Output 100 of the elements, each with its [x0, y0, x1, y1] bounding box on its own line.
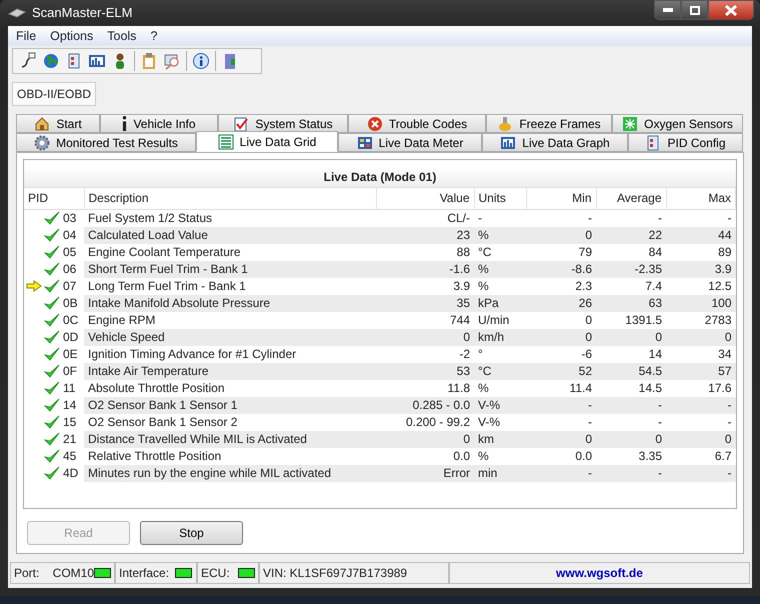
- plug-icon[interactable]: [19, 52, 37, 70]
- column-header[interactable]: Min: [526, 188, 596, 209]
- table-cell: 14: [596, 346, 666, 362]
- table-cell: -: [596, 414, 666, 430]
- table-cell: 0D: [63, 328, 78, 346]
- table-cell: 0.200 - 99.2: [376, 414, 474, 430]
- column-header[interactable]: Description: [84, 188, 376, 209]
- check-icon: [44, 415, 60, 429]
- status-label: Port:: [14, 565, 40, 582]
- table-cell: 3.35: [596, 448, 666, 464]
- table-cell: 7.4: [596, 278, 666, 294]
- table-cell: 0F: [63, 362, 78, 380]
- check-icon: [44, 364, 60, 378]
- table-cell: 44: [666, 226, 736, 244]
- tab[interactable]: Monitored Test Results: [16, 133, 196, 152]
- table-cell: km/h: [474, 328, 526, 346]
- table-cell: 744: [376, 312, 474, 328]
- table-cell: %: [474, 226, 526, 244]
- table-cell: °C: [474, 362, 526, 380]
- table-cell: -: [526, 414, 596, 430]
- table-cell: %: [474, 448, 526, 464]
- column-header[interactable]: PID: [24, 188, 84, 209]
- table-cell: 14.5: [596, 380, 666, 396]
- menu-item[interactable]: ?: [150, 26, 158, 46]
- magnifier-icon[interactable]: [163, 52, 181, 70]
- info-icon[interactable]: [192, 52, 210, 70]
- table-cell: Absolute Throttle Position: [84, 380, 376, 396]
- table-cell: 03: [63, 210, 76, 226]
- action-button[interactable]: Stop: [140, 521, 243, 545]
- maximize-button[interactable]: [681, 0, 708, 20]
- table-cell: Calculated Load Value: [84, 226, 376, 244]
- table-cell: 12.5: [666, 278, 736, 294]
- tab[interactable]: PID Config: [628, 133, 743, 152]
- table-cell: °C: [474, 244, 526, 260]
- table-cell: 3.9: [666, 260, 736, 278]
- menu-item[interactable]: Options: [50, 26, 94, 46]
- table-cell: %: [474, 278, 526, 294]
- chart-icon[interactable]: [88, 52, 106, 70]
- table-cell: 34: [666, 346, 736, 362]
- table-cell: -: [526, 209, 596, 226]
- column-header[interactable]: Units: [474, 188, 526, 209]
- minimize-button[interactable]: [654, 0, 681, 20]
- tab[interactable]: Vehicle Info: [100, 114, 218, 133]
- table-cell: 0.0: [526, 448, 596, 464]
- table-cell: 17.6: [666, 380, 736, 396]
- table-cell: km: [474, 430, 526, 448]
- tab[interactable]: Live Data Grid: [196, 131, 338, 152]
- check-icon: [44, 211, 60, 225]
- table-cell: V-%: [474, 396, 526, 414]
- table-cell: 6.7: [666, 448, 736, 464]
- table-cell: 54.5: [596, 362, 666, 380]
- table-cell: 23: [376, 226, 474, 244]
- table-cell: 0: [666, 328, 736, 346]
- column-header[interactable]: Max: [666, 188, 736, 209]
- table-cell: 05: [63, 244, 76, 260]
- table-cell: 11.8: [376, 380, 474, 396]
- menu-item[interactable]: File: [16, 26, 36, 46]
- table-cell: 0B: [63, 294, 78, 312]
- table-cell: 79: [526, 244, 596, 260]
- mode-tab[interactable]: OBD-II/EOBD: [12, 82, 96, 106]
- table-cell: 35: [376, 294, 474, 312]
- tab[interactable]: Start: [16, 114, 100, 133]
- table-cell: %: [474, 260, 526, 278]
- list-icon: [218, 134, 234, 150]
- table-cell: -: [474, 209, 526, 226]
- table-cell: 0: [376, 328, 474, 346]
- column-header[interactable]: Average: [596, 188, 666, 209]
- menu-item[interactable]: Tools: [107, 26, 136, 46]
- globe-icon[interactable]: [42, 52, 60, 70]
- table-cell: 06: [63, 260, 76, 278]
- table-cell: %: [474, 380, 526, 396]
- table-cell: 53: [376, 362, 474, 380]
- table-cell: 26: [526, 294, 596, 312]
- grid-icon: [356, 134, 373, 150]
- table-cell: 0: [596, 328, 666, 346]
- tab[interactable]: Trouble Codes: [348, 114, 486, 133]
- table-cell: Error: [376, 464, 474, 482]
- table-cell: 0: [526, 430, 596, 448]
- tab[interactable]: Oxygen Sensors: [612, 114, 743, 133]
- sensor-icon: [622, 116, 638, 132]
- error-icon: [366, 116, 383, 132]
- table-cell: 2.3: [526, 278, 596, 294]
- table-cell: -2.35: [596, 260, 666, 278]
- clipboard-icon[interactable]: [140, 52, 158, 70]
- table-cell: Distance Travelled While MIL is Activated: [84, 430, 376, 448]
- status-label: Interface:: [119, 565, 170, 582]
- tab[interactable]: Live Data Graph: [482, 133, 628, 152]
- tab[interactable]: System Status: [218, 114, 348, 133]
- close-button[interactable]: [708, 0, 754, 20]
- table-cell: 0E: [63, 346, 78, 362]
- table-cell: 57: [666, 362, 736, 380]
- tab[interactable]: Live Data Meter: [338, 133, 482, 152]
- close-icon: [725, 4, 737, 16]
- table-cell: Engine RPM: [84, 312, 376, 328]
- check-icon: [44, 466, 60, 480]
- tab[interactable]: Freeze Frames: [486, 114, 612, 133]
- table-cell: U/min: [474, 312, 526, 328]
- vin-text: VIN: KL1SF697J7B173989: [263, 565, 408, 582]
- column-header[interactable]: Value: [376, 188, 474, 209]
- table-cell: 84: [596, 244, 666, 260]
